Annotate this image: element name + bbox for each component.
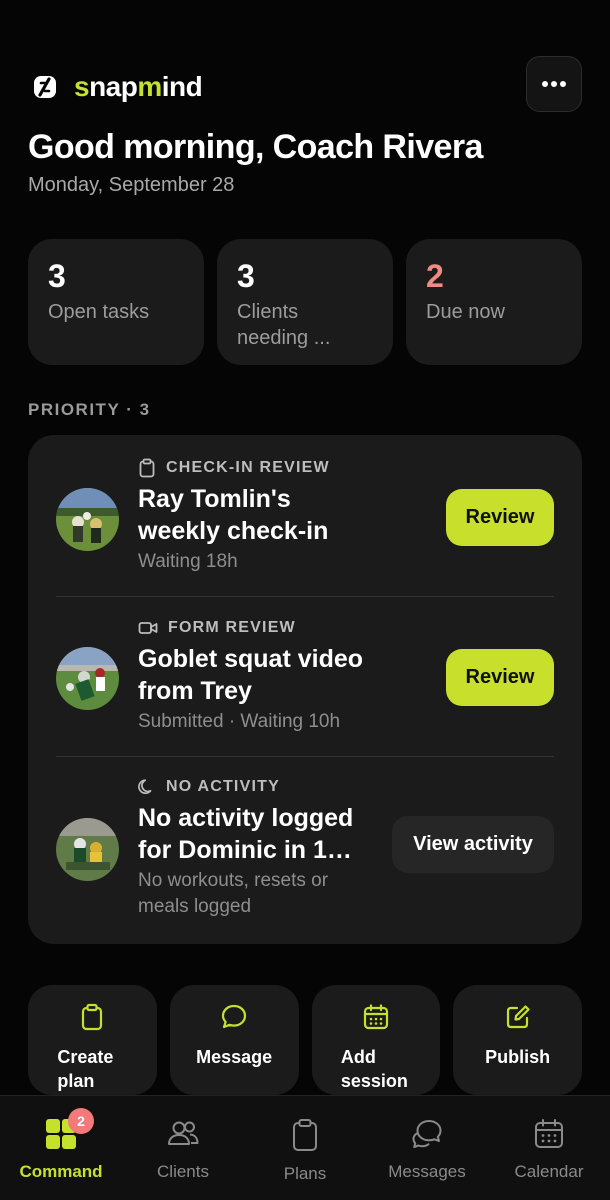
nav-label: Command (19, 1162, 103, 1181)
task-type-label: FORM REVIEW (168, 619, 296, 636)
priority-card: CHECK-IN REVIEW Ray Tomlin's weekly chec… (28, 435, 582, 944)
brand-m: m (137, 71, 162, 102)
stat-value: 3 (48, 258, 66, 294)
review-button[interactable]: Review (446, 649, 554, 706)
stat-label: Open tasks (48, 301, 150, 323)
nav-command[interactable]: 2 Command (0, 1096, 122, 1200)
task-title: No activity logged for Dominic in 14 ... (138, 804, 354, 864)
view-activity-button[interactable]: View activity (392, 816, 554, 873)
brand-prefix: snap (74, 71, 138, 102)
clipboard-icon (293, 1119, 317, 1151)
current-date: Monday, September 28 (28, 174, 235, 196)
app-logo[interactable]: snapmind (28, 70, 203, 104)
divider (56, 596, 554, 597)
nav-label: Calendar (514, 1162, 584, 1181)
priority-section-label: PRIORITY · 3 (28, 400, 151, 419)
nav-calendar[interactable]: Calendar (488, 1096, 610, 1200)
more-dots-icon (542, 81, 566, 87)
notification-badge: 2 (68, 1108, 94, 1134)
app-name: snapmind (74, 71, 203, 103)
action-label: Message (196, 1047, 273, 1067)
review-button[interactable]: Review (446, 489, 554, 546)
calendar-icon (363, 1004, 388, 1030)
task-title: Ray Tomlin's weekly check-in (138, 485, 329, 545)
brand-rest: nap (89, 71, 138, 102)
brand-initial: s (74, 71, 90, 102)
client-avatar (56, 647, 119, 710)
client-avatar (56, 818, 119, 881)
clipboard-icon (82, 1003, 103, 1031)
more-options-button[interactable] (526, 56, 582, 112)
action-label: Create plan (57, 1047, 114, 1091)
client-avatar (56, 488, 119, 551)
edit-icon (506, 1005, 530, 1029)
stat-label: Clients needing ... (237, 301, 331, 349)
action-label: Add session (340, 1047, 408, 1091)
task-subtitle: Waiting 18h (138, 551, 238, 572)
task-title: Goblet squat video from Trey (138, 645, 364, 705)
add-session-button[interactable]: Add session (311, 985, 441, 1095)
video-icon (138, 622, 158, 634)
calendar-icon (535, 1119, 563, 1148)
task-item[interactable]: CHECK-IN REVIEW Ray Tomlin's weekly chec… (56, 457, 554, 597)
nav-clients[interactable]: Clients (122, 1096, 244, 1200)
clipboard-icon (139, 458, 155, 478)
snapmind-logo-icon (28, 70, 62, 104)
task-subtitle: Submitted · Waiting 10h (138, 711, 341, 732)
divider (56, 756, 554, 757)
brand-suffix: ind (161, 71, 203, 102)
users-icon (168, 1121, 199, 1145)
stat-due-now[interactable]: 2 Due now (406, 239, 582, 365)
task-type-label: NO ACTIVITY (166, 778, 280, 795)
moon-icon (138, 779, 152, 795)
stat-label: Due now (426, 301, 505, 323)
stat-clients-needing[interactable]: 3 Clients needing ... (217, 239, 393, 365)
nav-label: Clients (157, 1162, 209, 1181)
header: snapmind (28, 56, 582, 116)
chat-bubble-icon (222, 1004, 247, 1029)
task-type-label: CHECK-IN REVIEW (166, 459, 330, 476)
stat-value: 2 (426, 258, 444, 294)
nav-plans[interactable]: Plans (244, 1096, 366, 1200)
publish-button[interactable]: Publish (453, 985, 582, 1095)
task-item[interactable]: FORM REVIEW Goblet squat video from Trey… (56, 617, 554, 757)
stats-row: 3 Open tasks 3 Clients needing ... 2 Due… (28, 239, 582, 365)
message-button[interactable]: Message (169, 985, 299, 1095)
stat-value: 3 (237, 258, 255, 294)
nav-messages[interactable]: Messages (366, 1096, 488, 1200)
stat-open-tasks[interactable]: 3 Open tasks (28, 239, 204, 365)
task-subtitle: No workouts, resets or meals logged (138, 870, 329, 917)
nav-label: Messages (388, 1162, 466, 1181)
create-plan-button[interactable]: Create plan (28, 985, 157, 1095)
nav-label: Plans (283, 1164, 327, 1183)
chat-icon (412, 1120, 442, 1148)
task-item[interactable]: NO ACTIVITY No activity logged for Domin… (56, 776, 554, 926)
bottom-navigation: 2 Command Clients Plans Messages Calenda… (0, 1095, 610, 1200)
greeting-heading: Good morning, Coach Rivera (28, 128, 483, 166)
action-label: Publish (485, 1047, 551, 1067)
quick-actions: Create plan Message Add session Publish (28, 985, 582, 1095)
